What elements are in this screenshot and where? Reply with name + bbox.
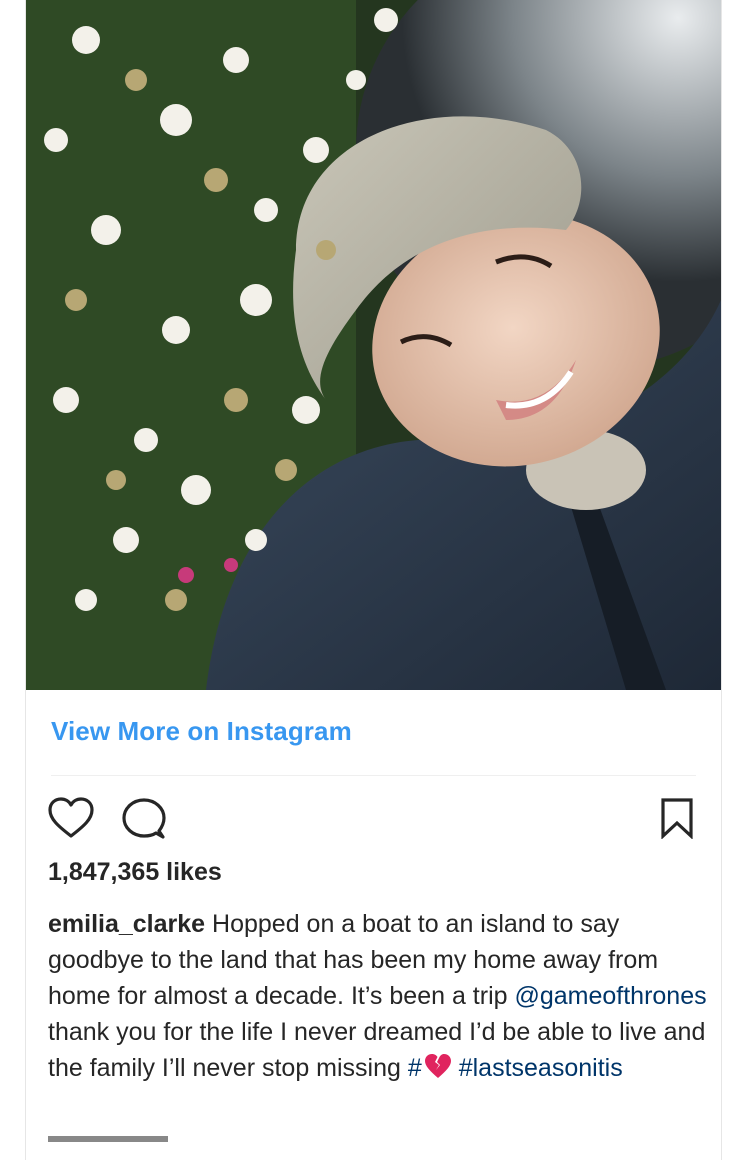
view-more-link[interactable]: View More on Instagram <box>51 716 352 747</box>
hashtag-symbol: # <box>407 1054 422 1082</box>
caption-hashtag[interactable]: #lastseasonitis <box>459 1054 623 1082</box>
bookmark-icon[interactable] <box>660 797 694 839</box>
truncated-text-line <box>48 1136 168 1142</box>
heart-outline-icon[interactable] <box>48 797 94 839</box>
caption-hashtag-emoji[interactable]: # <box>408 1054 452 1082</box>
broken-heart-icon <box>424 1054 451 1078</box>
likes-count: 1,847,365 likes <box>48 858 222 886</box>
post-caption: emilia_clarke Hopped on a boat to an isl… <box>48 906 708 1086</box>
divider <box>51 775 696 776</box>
post-photo[interactable] <box>26 0 721 690</box>
instagram-embed: View More on Instagram 1,847,365 likes e… <box>25 0 722 1160</box>
speech-bubble-icon[interactable] <box>122 797 166 841</box>
caption-mention[interactable]: @gameofthrones <box>514 982 706 1010</box>
caption-username[interactable]: emilia_clarke <box>48 910 205 938</box>
